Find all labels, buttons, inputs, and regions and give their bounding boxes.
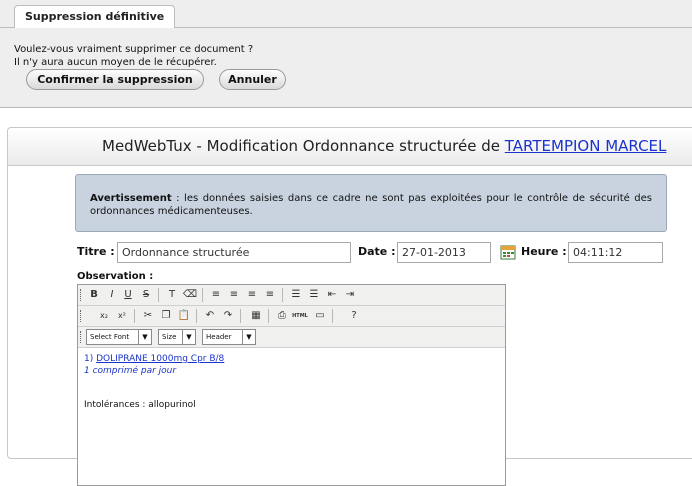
undo-icon[interactable]: ↶	[202, 308, 218, 324]
help-icon[interactable]: ?	[346, 308, 362, 324]
cancel-button[interactable]: Annuler	[219, 69, 286, 90]
patient-name-link[interactable]: TARTEMPION MARCEL	[505, 137, 667, 155]
print-icon[interactable]: ⎙	[274, 308, 290, 324]
chevron-down-icon: ▼	[182, 330, 195, 344]
toolbar-separator	[240, 309, 241, 323]
paste-icon[interactable]: 📋	[176, 308, 192, 324]
observation-editor[interactable]: B I U S T ⌫ ≡ ≡ ≡ ≡ ☰ ☰ ⇤ ⇥ x₂ x² ✂ ❐ 📋	[77, 284, 506, 486]
size-select[interactable]: Size ▼	[158, 329, 196, 345]
format-select[interactable]: Header ▼	[202, 329, 256, 345]
toolbar-separator	[332, 309, 333, 323]
underline-button[interactable]: U	[120, 287, 136, 303]
remove-format-icon[interactable]: T	[164, 287, 180, 303]
page-title: MedWebTux - Modification Ordonnance stru…	[102, 137, 666, 155]
toolbar-grip[interactable]	[80, 331, 83, 343]
observation-label: Observation :	[77, 271, 154, 282]
calendar-icon[interactable]	[500, 244, 516, 260]
html-source-icon[interactable]: HTML	[292, 308, 308, 324]
editor-content[interactable]: 1) DOLIPRANE 1000mg Cpr B/8 1 comprimé p…	[84, 353, 224, 411]
font-select[interactable]: Select Font ▼	[86, 329, 152, 345]
cut-icon[interactable]: ✂	[140, 308, 156, 324]
subscript-icon[interactable]: x₂	[96, 308, 112, 324]
toolbar-separator	[196, 309, 197, 323]
copy-icon[interactable]: ❐	[158, 308, 174, 324]
editor-toolbar-row2: x₂ x² ✂ ❐ 📋 ↶ ↷ ▦ ⎙ HTML ▭ ?	[78, 306, 505, 327]
toolbar-grip[interactable]	[80, 289, 83, 301]
align-right-icon[interactable]: ≡	[262, 287, 278, 303]
warning-title: Avertissement	[90, 193, 172, 204]
table-icon[interactable]: ▦	[248, 308, 264, 324]
bullet-list-icon[interactable]: ☰	[288, 287, 304, 303]
heure-input[interactable]	[568, 242, 663, 263]
chevron-down-icon: ▼	[138, 330, 151, 344]
prescription-edit-panel: MedWebTux - Modification Ordonnance stru…	[7, 127, 692, 486]
delete-confirmation-panel: Suppression définitive Voulez-vous vraim…	[0, 0, 692, 108]
toolbar-separator	[202, 288, 203, 302]
titre-input[interactable]	[117, 242, 351, 263]
confirm-message-line2: Il n'y aura aucun moyen de le récupérer.	[14, 57, 217, 68]
strikethrough-button[interactable]: S	[138, 287, 154, 303]
numbered-list-icon[interactable]: ☰	[306, 287, 322, 303]
editor-toolbar-row3: Select Font ▼ Size ▼ Header ▼	[78, 327, 505, 348]
toolbar-separator	[158, 288, 159, 302]
redo-icon[interactable]: ↷	[220, 308, 236, 324]
chevron-down-icon: ▼	[242, 330, 255, 344]
date-label: Date :	[358, 245, 396, 258]
font-select-value: Select Font	[90, 333, 130, 341]
panel-header: MedWebTux - Modification Ordonnance stru…	[8, 128, 692, 166]
outdent-icon[interactable]: ⇤	[324, 287, 340, 303]
align-left-icon[interactable]: ≡	[226, 287, 242, 303]
warning-box: Avertissement : les données saisies dans…	[75, 174, 667, 232]
bold-button[interactable]: B	[86, 287, 102, 303]
intolerances-text: Intolérances : allopurinol	[84, 400, 196, 410]
confirm-message-line1: Voulez-vous vraiment supprimer ce docume…	[14, 44, 254, 55]
justify-full-icon[interactable]: ≡	[208, 287, 224, 303]
date-input[interactable]	[397, 242, 491, 263]
size-select-value: Size	[162, 333, 177, 341]
titre-label: Titre :	[77, 245, 115, 258]
toolbar-separator	[282, 288, 283, 302]
drug-line: 1) DOLIPRANE 1000mg Cpr B/8	[84, 353, 224, 365]
warning-text: : les données saisies dans ce cadre ne s…	[90, 193, 652, 217]
editor-toolbar-row1: B I U S T ⌫ ≡ ≡ ≡ ≡ ☰ ☰ ⇤ ⇥	[78, 285, 505, 306]
fullscreen-icon[interactable]: ▭	[312, 308, 328, 324]
toolbar-separator	[134, 309, 135, 323]
toolbar-grip[interactable]	[80, 310, 83, 322]
italic-button[interactable]: I	[104, 287, 120, 303]
confirm-tab-title: Suppression définitive	[14, 5, 176, 28]
indent-icon[interactable]: ⇥	[342, 287, 358, 303]
heure-label: Heure :	[521, 245, 567, 258]
toolbar-separator	[268, 309, 269, 323]
posology-text: 1 comprimé par jour	[84, 366, 177, 376]
drug-index: 1)	[84, 354, 97, 364]
format-select-value: Header	[206, 333, 232, 341]
superscript-icon[interactable]: x²	[114, 308, 130, 324]
page-title-text: MedWebTux - Modification Ordonnance stru…	[102, 137, 505, 155]
confirm-delete-button[interactable]: Confirmer la suppression	[26, 69, 204, 90]
clean-format-icon[interactable]: ⌫	[182, 287, 198, 303]
drug-link[interactable]: DOLIPRANE 1000mg Cpr B/8	[96, 354, 224, 364]
align-center-icon[interactable]: ≡	[244, 287, 260, 303]
